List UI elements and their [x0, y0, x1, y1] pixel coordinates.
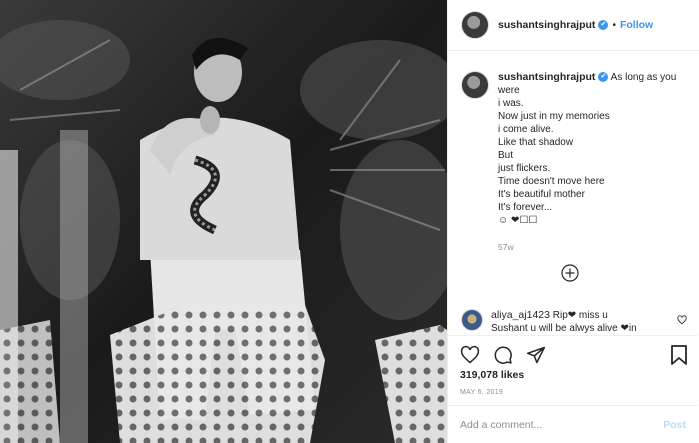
post-header: sushantsinghrajput ✔ • Follow	[448, 0, 699, 51]
caption-line: Now just in my memories	[498, 111, 610, 122]
instagram-post: sushantsinghrajput ✔ • Follow sushantsin…	[0, 0, 699, 443]
caption-line: But	[498, 150, 514, 161]
paper-plane-icon[interactable]	[526, 345, 546, 370]
caption-line: Like that shadow	[498, 137, 574, 148]
author-avatar[interactable]	[461, 11, 489, 39]
post-comment-button[interactable]: Post	[663, 419, 686, 431]
bookmark-icon[interactable]	[670, 345, 688, 370]
add-comment-input[interactable]: Add a comment...	[460, 419, 542, 431]
author-username[interactable]: sushantsinghrajput	[498, 19, 595, 31]
commenter-avatar[interactable]	[461, 309, 483, 331]
heart-icon[interactable]	[460, 345, 480, 370]
caption-line: ☺ ❤☐☐	[498, 215, 538, 226]
commenter-username[interactable]: aliya_aj1423	[491, 309, 550, 321]
add-comment-bar: Add a comment... Post	[447, 405, 698, 443]
caption-line: Time doesn't move here	[498, 176, 605, 187]
caption-line: It's forever...	[498, 202, 553, 213]
caption-line: i come alive.	[498, 124, 554, 135]
likes-count[interactable]: 319,078 likes	[460, 369, 524, 381]
comment-item: aliya_aj1423 Rip❤ miss u Sushant u will …	[461, 309, 691, 335]
verified-badge-icon: ✔	[598, 20, 609, 30]
small-heart-icon[interactable]	[677, 312, 687, 330]
post-photo[interactable]	[0, 0, 447, 443]
plus-circle-icon[interactable]	[561, 264, 579, 287]
caption-avatar[interactable]	[461, 71, 489, 99]
post-caption: sushantsinghrajput ✔ As long as you were …	[461, 71, 689, 254]
verified-badge-icon: ✔	[598, 72, 609, 83]
caption-timestamp[interactable]: 57w	[498, 241, 676, 254]
photo-image	[0, 0, 447, 443]
caption-line: were	[498, 85, 520, 96]
caption-username[interactable]: sushantsinghrajput	[498, 71, 595, 83]
post-actions: 319,078 likes MAY 6, 2019	[447, 335, 698, 396]
caption-line: i was.	[498, 98, 524, 109]
follow-button[interactable]: Follow	[620, 19, 653, 31]
separator-dot: •	[612, 19, 616, 31]
comment-bubble-icon[interactable]	[493, 345, 513, 370]
comment-text-line2: Sushant u will be alwys alive ❤in	[491, 323, 637, 334]
caption-line: As long as you	[610, 72, 677, 83]
comment-text: Rip❤ miss u	[552, 310, 608, 321]
caption-line: It's beautiful mother	[498, 189, 585, 200]
caption-line: just flickers.	[498, 163, 551, 174]
post-date[interactable]: MAY 6, 2019	[460, 389, 503, 396]
